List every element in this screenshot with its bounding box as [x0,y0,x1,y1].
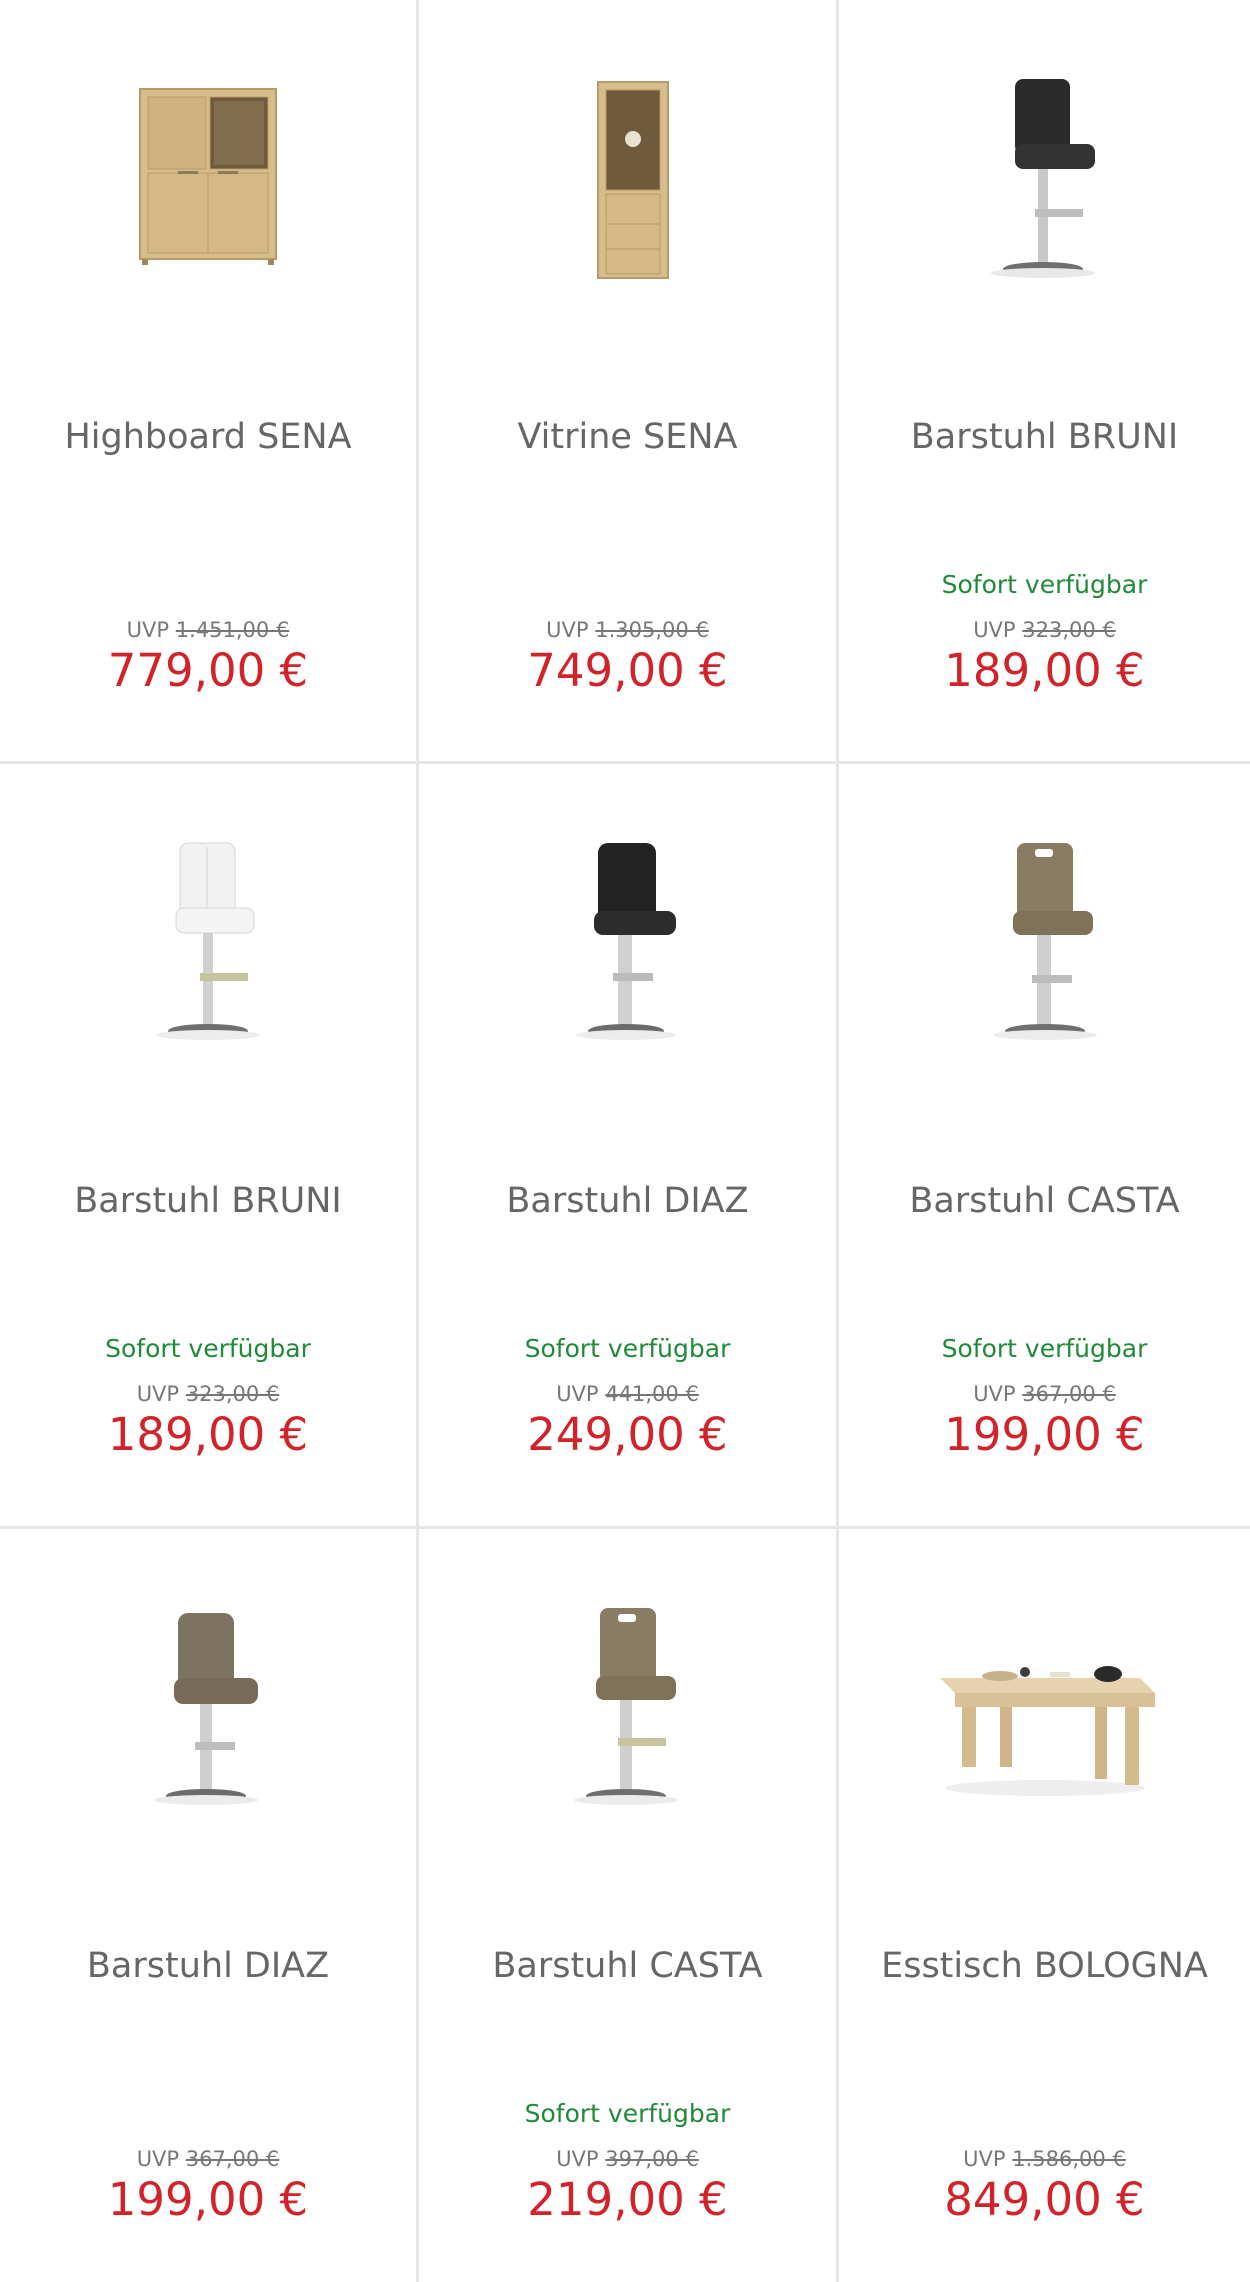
product-card[interactable]: Barstuhl CASTA Sofort verfügbar UVP 367,… [839,764,1250,1529]
sale-price: 249,00 € [527,1408,728,1461]
product-card[interactable]: Esstisch BOLOGNA UVP 1.586,00 € 849,00 € [839,1529,1250,2282]
uvp-value: 1.451,00 € [175,618,290,642]
uvp-value: 367,00 € [1022,1382,1116,1406]
uvp-price: UVP 367,00 € [0,2147,416,2171]
barstool-black-image[interactable] [925,24,1165,334]
sale-price: 189,00 € [944,644,1145,697]
uvp-label: UVP [136,2147,180,2171]
product-title[interactable]: Barstuhl DIAZ [429,1179,826,1223]
product-title[interactable]: Highboard SENA [10,415,406,459]
product-title[interactable]: Vitrine SENA [429,415,826,459]
uvp-value: 323,00 € [1022,618,1116,642]
uvp-label: UVP [963,2147,1006,2171]
barstool-taupe-image[interactable] [508,1553,748,1863]
availability-label: Sofort verfügbar [524,1334,731,1363]
barstool-taupe-image[interactable] [88,1553,328,1863]
uvp-price: UVP 367,00 € [839,1382,1250,1406]
product-title[interactable]: Esstisch BOLOGNA [849,1944,1240,1988]
sale-price: 199,00 € [944,1408,1145,1461]
product-card[interactable]: Barstuhl CASTA Sofort verfügbar UVP 397,… [419,1529,839,2282]
uvp-price: UVP 1.451,00 € [0,618,416,642]
sale-price: 199,00 € [107,2173,309,2226]
uvp-label: UVP [136,1382,180,1406]
product-card[interactable]: Barstuhl DIAZ UVP 367,00 € 199,00 € [0,1529,419,2282]
uvp-label: UVP [973,1382,1016,1406]
uvp-price: UVP 397,00 € [419,2147,836,2171]
availability-label: Sofort verfügbar [105,1334,311,1363]
product-card[interactable]: Barstuhl BRUNI Sofort verfügbar UVP 323,… [839,0,1250,764]
product-card[interactable]: Barstuhl DIAZ Sofort verfügbar UVP 441,0… [419,764,839,1529]
sale-price: 219,00 € [527,2173,728,2226]
highboard-image[interactable] [88,24,328,334]
availability-label: Sofort verfügbar [941,1334,1148,1363]
barstool-taupe-image[interactable] [925,788,1165,1098]
uvp-price: UVP 441,00 € [419,1382,836,1406]
uvp-value: 1.586,00 € [1012,2147,1126,2171]
vitrine-image[interactable] [508,24,748,334]
uvp-label: UVP [973,618,1016,642]
barstool-white-image[interactable] [88,788,328,1098]
product-title[interactable]: Barstuhl BRUNI [849,415,1240,459]
uvp-price: UVP 1.586,00 € [839,2147,1250,2171]
uvp-price: UVP 1.305,00 € [419,618,836,642]
uvp-value: 323,00 € [185,1382,280,1406]
availability-label: Sofort verfügbar [524,2099,731,2128]
dining-table-image[interactable] [925,1553,1165,1863]
uvp-value: 367,00 € [185,2147,280,2171]
sale-price: 189,00 € [107,1408,309,1461]
barstool-black-image[interactable] [508,788,748,1098]
uvp-value: 1.305,00 € [595,618,709,642]
product-card[interactable]: Vitrine SENA UVP 1.305,00 € 749,00 € [419,0,839,764]
product-title[interactable]: Barstuhl CASTA [849,1179,1240,1223]
uvp-label: UVP [556,1382,599,1406]
product-title[interactable]: Barstuhl BRUNI [10,1179,406,1223]
availability-label: Sofort verfügbar [941,570,1148,599]
sale-price: 779,00 € [107,644,309,697]
product-card[interactable]: Barstuhl BRUNI Sofort verfügbar UVP 323,… [0,764,419,1529]
uvp-price: UVP 323,00 € [0,1382,416,1406]
uvp-label: UVP [126,618,170,642]
product-title[interactable]: Barstuhl DIAZ [10,1944,406,1988]
product-card[interactable]: Highboard SENA UVP 1.451,00 € 779,00 € [0,0,419,764]
uvp-price: UVP 323,00 € [839,618,1250,642]
uvp-label: UVP [546,618,589,642]
product-title[interactable]: Barstuhl CASTA [429,1944,826,1988]
uvp-value: 441,00 € [605,1382,699,1406]
uvp-label: UVP [556,2147,599,2171]
product-grid: Highboard SENA UVP 1.451,00 € 779,00 € V… [0,0,1250,2282]
uvp-value: 397,00 € [605,2147,699,2171]
sale-price: 749,00 € [527,644,728,697]
sale-price: 849,00 € [944,2173,1145,2226]
